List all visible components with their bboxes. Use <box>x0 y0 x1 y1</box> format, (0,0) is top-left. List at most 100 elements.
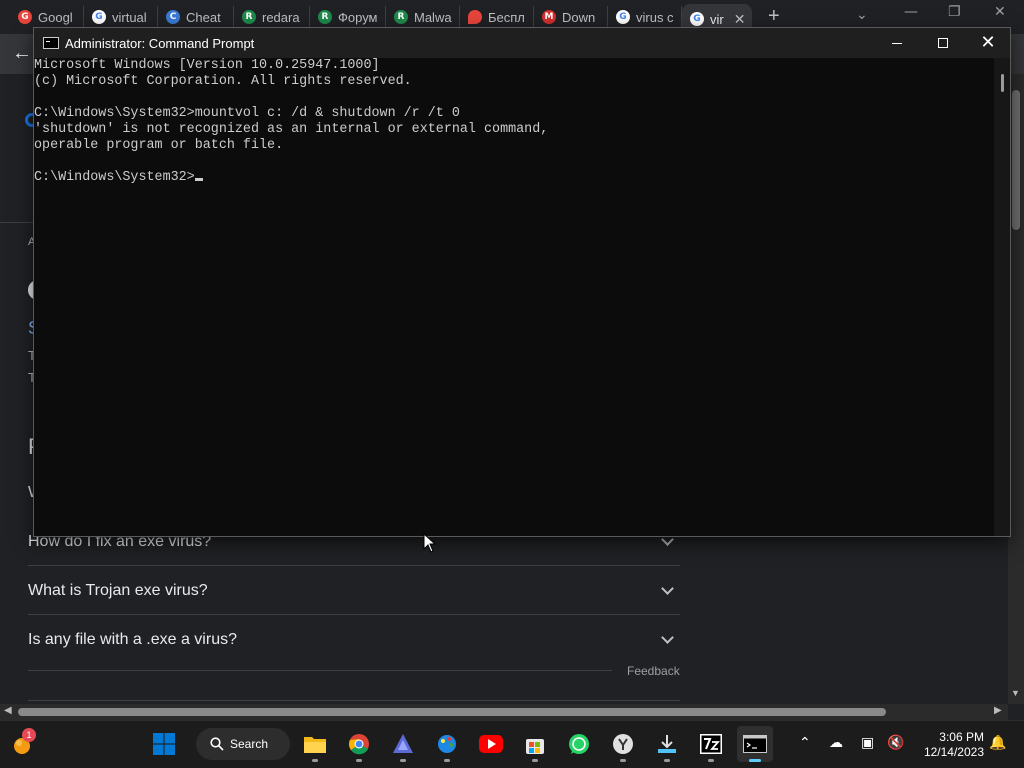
console-prompt-line[interactable]: C:\Windows\System32> <box>34 170 994 186</box>
chevron-down-icon <box>661 631 674 644</box>
taskbar-app[interactable] <box>517 726 553 762</box>
browser-tab[interactable]: R redara <box>234 6 310 28</box>
minimize-icon <box>892 42 902 44</box>
scroll-right-arrow-icon[interactable]: ▶ <box>994 705 1002 716</box>
browser-tab[interactable]: M Down <box>534 6 608 28</box>
browser-tab[interactable]: G virtual <box>84 6 158 28</box>
google-icon: G <box>92 10 106 24</box>
running-indicator <box>356 759 362 762</box>
tab-search-icon[interactable]: ⌄ <box>856 6 868 23</box>
taskbar-app[interactable] <box>297 726 333 762</box>
command-prompt-window[interactable]: Administrator: Command Prompt ✕ Microsof… <box>33 27 1011 537</box>
display-icon[interactable]: ▣ <box>861 735 874 751</box>
google-icon: G <box>690 12 704 26</box>
affinity-icon <box>393 734 413 753</box>
cmd-title-bar[interactable]: Administrator: Command Prompt ✕ <box>34 28 1010 58</box>
running-indicator <box>708 759 714 762</box>
taskbar-app[interactable] <box>693 726 729 762</box>
back-arrow-icon[interactable]: ← <box>12 42 32 65</box>
tab-title: Беспл <box>488 9 525 25</box>
horizontal-scroll-thumb[interactable] <box>18 708 886 716</box>
feedback-link[interactable]: Feedback <box>627 664 680 678</box>
tab-title: Malwa <box>414 9 452 25</box>
taskbar-app[interactable] <box>385 726 421 762</box>
console-line: (c) Microsoft Corporation. All rights re… <box>34 74 412 89</box>
malwarebytes-icon: M <box>542 10 556 24</box>
tab-title: Cheat <box>186 9 221 25</box>
tab-title: Форум <box>338 9 378 25</box>
youtube-icon <box>479 735 503 753</box>
browser-minimize-icon[interactable]: — <box>904 4 918 20</box>
tab-title: virus c <box>636 9 674 25</box>
notification-bell-icon[interactable]: 🔔 <box>989 735 1006 751</box>
cmd-window-title: Administrator: Command Prompt <box>65 35 255 51</box>
cmd-scroll-thumb[interactable] <box>1001 74 1004 92</box>
chrome-icon <box>349 734 369 755</box>
taskbar-app[interactable] <box>605 726 641 762</box>
divider <box>28 670 612 671</box>
browser-restore-icon[interactable]: ❐ <box>948 4 961 20</box>
tab-title: Googl <box>38 9 73 25</box>
chevron-down-icon <box>661 581 674 595</box>
store-icon <box>526 739 544 754</box>
active-indicator <box>749 759 761 762</box>
taskbar-app[interactable] <box>429 726 465 762</box>
page-scroll-thumb[interactable] <box>1012 90 1020 230</box>
chevron-up-icon[interactable]: ⌃ <box>799 735 811 751</box>
faq-item[interactable]: What is Trojan exe virus? <box>28 567 680 615</box>
taskbar-clock[interactable]: 3:06 PM 12/14/2023 <box>910 730 984 760</box>
minimize-button[interactable] <box>874 28 920 58</box>
google-classroom-icon: G <box>18 10 32 24</box>
faq-item[interactable]: Is any file with a .exe a virus? <box>28 616 680 664</box>
taskbar-app[interactable] <box>649 726 685 762</box>
mouse-pointer-icon <box>423 533 437 553</box>
close-button[interactable]: ✕ <box>965 28 1011 58</box>
pin-icon <box>468 10 482 24</box>
taskbar-app[interactable] <box>341 726 377 762</box>
close-icon: ✕ <box>980 32 996 53</box>
faq-question: What is Trojan exe virus? <box>28 581 208 599</box>
yandex-icon <box>613 734 633 754</box>
new-tab-button[interactable]: + <box>768 6 780 26</box>
scroll-down-arrow-icon[interactable]: ▼ <box>1011 688 1020 698</box>
taskbar-app[interactable] <box>473 726 509 762</box>
search-icon <box>210 737 224 751</box>
cloud-icon[interactable]: ☁ <box>829 735 843 751</box>
downloads-icon <box>658 735 676 753</box>
browser-tab[interactable]: Беспл <box>460 6 534 28</box>
running-indicator <box>664 759 670 762</box>
text-cursor <box>194 178 203 181</box>
tab-title: Down <box>562 9 596 25</box>
cmd-app-icon <box>43 37 59 49</box>
forum-icon: R <box>242 10 256 24</box>
tab-title: redara <box>262 9 300 25</box>
cheat-site-icon: C <box>166 10 180 24</box>
console-prompt: C:\Windows\System32> <box>34 170 195 185</box>
console-line: operable program or batch file. <box>34 138 284 153</box>
scroll-left-arrow-icon[interactable]: ◀ <box>4 705 12 716</box>
browser-tab[interactable]: G virus c <box>608 6 682 28</box>
browser-tab[interactable]: R Форум <box>310 6 386 28</box>
running-indicator <box>444 759 450 762</box>
browser-tab[interactable]: C Cheat <box>158 6 234 28</box>
browser-close-icon[interactable]: ✕ <box>994 4 1006 20</box>
faq-question: Is any file with a .exe a virus? <box>28 631 237 648</box>
running-indicator <box>532 759 538 762</box>
browser-tab[interactable]: R Malwa <box>386 6 460 28</box>
taskbar-search[interactable]: Search <box>196 728 290 760</box>
clock-time: 3:06 PM <box>939 730 984 744</box>
taskbar-app[interactable] <box>561 726 597 762</box>
running-indicator <box>400 759 406 762</box>
console-output[interactable]: Microsoft Windows [Version 10.0.25947.10… <box>34 58 994 536</box>
start-button[interactable] <box>146 726 182 762</box>
whatsapp-icon <box>569 734 589 754</box>
cmd-scrollbar[interactable] <box>994 58 1010 536</box>
volume-muted-icon[interactable]: 🔇 <box>887 735 904 751</box>
google-icon: G <box>616 10 630 24</box>
maximize-button[interactable] <box>920 28 966 58</box>
console-line: C:\Windows\System32>mountvol c: /d & shu… <box>34 106 460 121</box>
browser-tab[interactable]: G Googl <box>10 6 84 28</box>
close-tab-icon[interactable]: ✕ <box>734 11 746 28</box>
taskbar-app-active[interactable] <box>737 726 773 762</box>
